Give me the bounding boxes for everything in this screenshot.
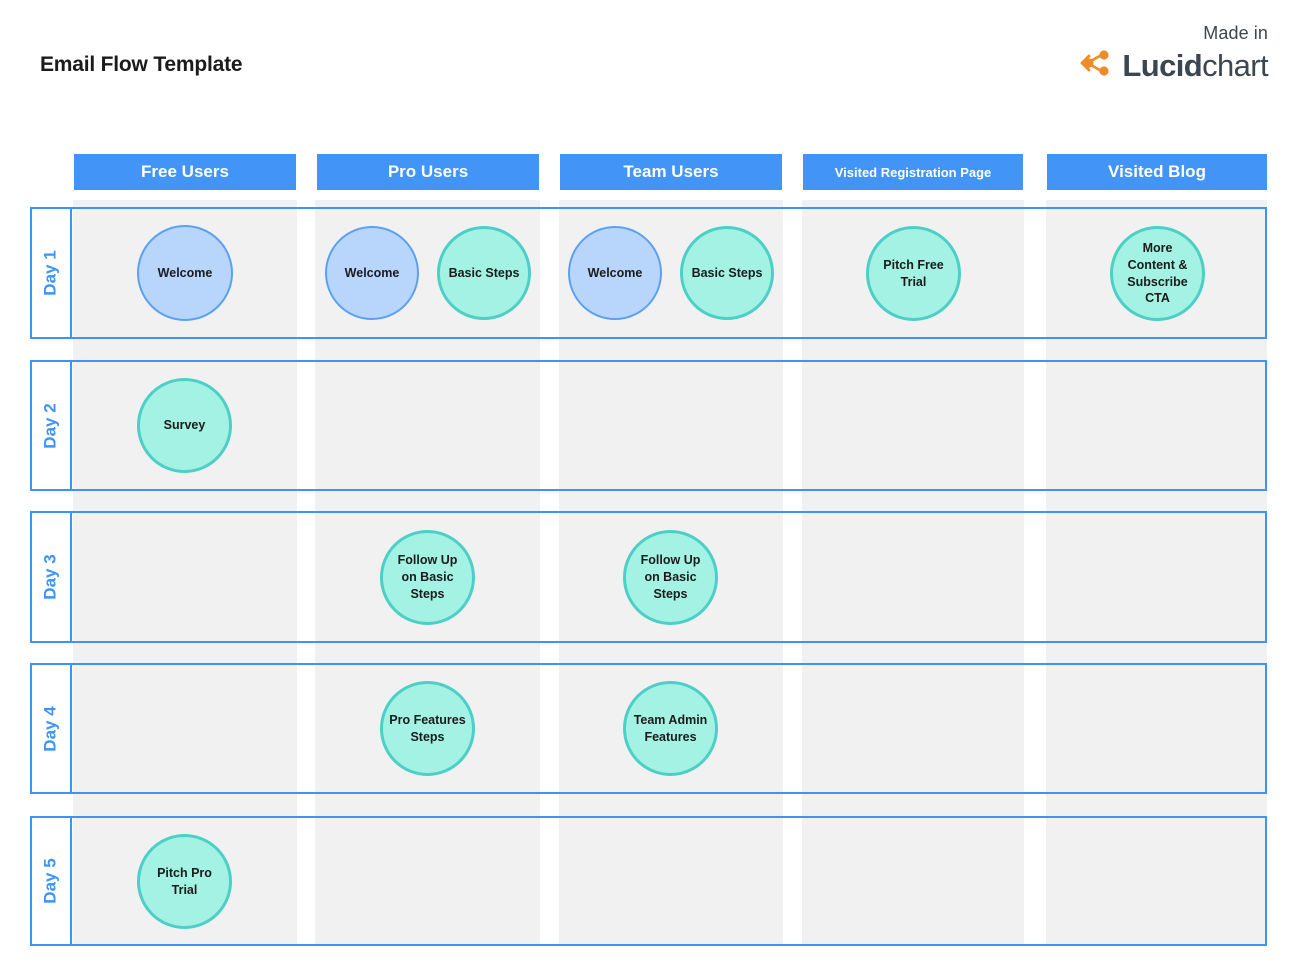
flow-node-n11[interactable]: Pro Features Steps (380, 681, 475, 776)
flow-node-label: Welcome (344, 265, 400, 280)
row-label-day-1[interactable]: Day 1 (30, 207, 72, 339)
flow-node-label: Welcome (157, 265, 213, 280)
flow-node-n7[interactable]: More Content & Subscribe CTA (1110, 226, 1205, 321)
flow-node-label: Pro Features Steps (389, 712, 466, 744)
column-header-pro-users[interactable]: Pro Users (317, 154, 539, 190)
flow-node-n1[interactable]: Welcome (137, 225, 233, 321)
flow-node-n2[interactable]: Welcome (325, 226, 419, 320)
flow-node-n12[interactable]: Team Admin Features (623, 681, 718, 776)
column-header-visited-blog[interactable]: Visited Blog (1047, 154, 1267, 190)
flow-node-n6[interactable]: Pitch Free Trial (866, 226, 961, 321)
flow-node-n10[interactable]: Follow Up on Basic Steps (623, 530, 718, 625)
flow-node-label: Welcome (587, 265, 643, 280)
row-label-day-4[interactable]: Day 4 (30, 663, 72, 794)
flow-node-label: Survey (163, 418, 206, 433)
flow-node-label: Follow Up on Basic Steps (640, 553, 701, 601)
column-header-visited-registration-page[interactable]: Visited Registration Page (803, 154, 1023, 190)
flow-node-n3[interactable]: Basic Steps (437, 226, 531, 320)
row-label-day-2[interactable]: Day 2 (30, 360, 72, 491)
email-flow-board: Day 1 Day 2 Day 3 Day 4 Day 5 Free Users Pro U… (0, 0, 1300, 979)
flow-node-label: Follow Up on Basic Steps (397, 553, 458, 601)
flow-node-label: Basic Steps (448, 265, 520, 280)
flow-node-n8[interactable]: Survey (137, 378, 232, 473)
column-header-free-users[interactable]: Free Users (74, 154, 296, 190)
column-header-team-users[interactable]: Team Users (560, 154, 782, 190)
row-label-text: Day 2 (41, 402, 60, 449)
row-label-text: Day 5 (41, 858, 60, 904)
row-label-text: Day 1 (41, 250, 60, 296)
flow-node-label: Pitch Free Trial (883, 257, 944, 289)
row-label-day-5[interactable]: Day 5 (30, 816, 72, 946)
row-label-text: Day 4 (41, 705, 60, 752)
row-label-text: Day 3 (41, 554, 60, 600)
flow-node-label: Basic Steps (691, 265, 763, 280)
flow-node-n9[interactable]: Follow Up on Basic Steps (380, 530, 475, 625)
row-label-day-3[interactable]: Day 3 (30, 511, 72, 643)
flow-node-n13[interactable]: Pitch Pro Trial (137, 834, 232, 929)
flow-node-label: More Content & Subscribe CTA (1127, 240, 1188, 306)
flow-node-n5[interactable]: Basic Steps (680, 226, 774, 320)
flow-node-label: Team Admin Features (633, 712, 708, 744)
flow-node-label: Pitch Pro Trial (157, 865, 212, 897)
flow-node-n4[interactable]: Welcome (568, 226, 662, 320)
